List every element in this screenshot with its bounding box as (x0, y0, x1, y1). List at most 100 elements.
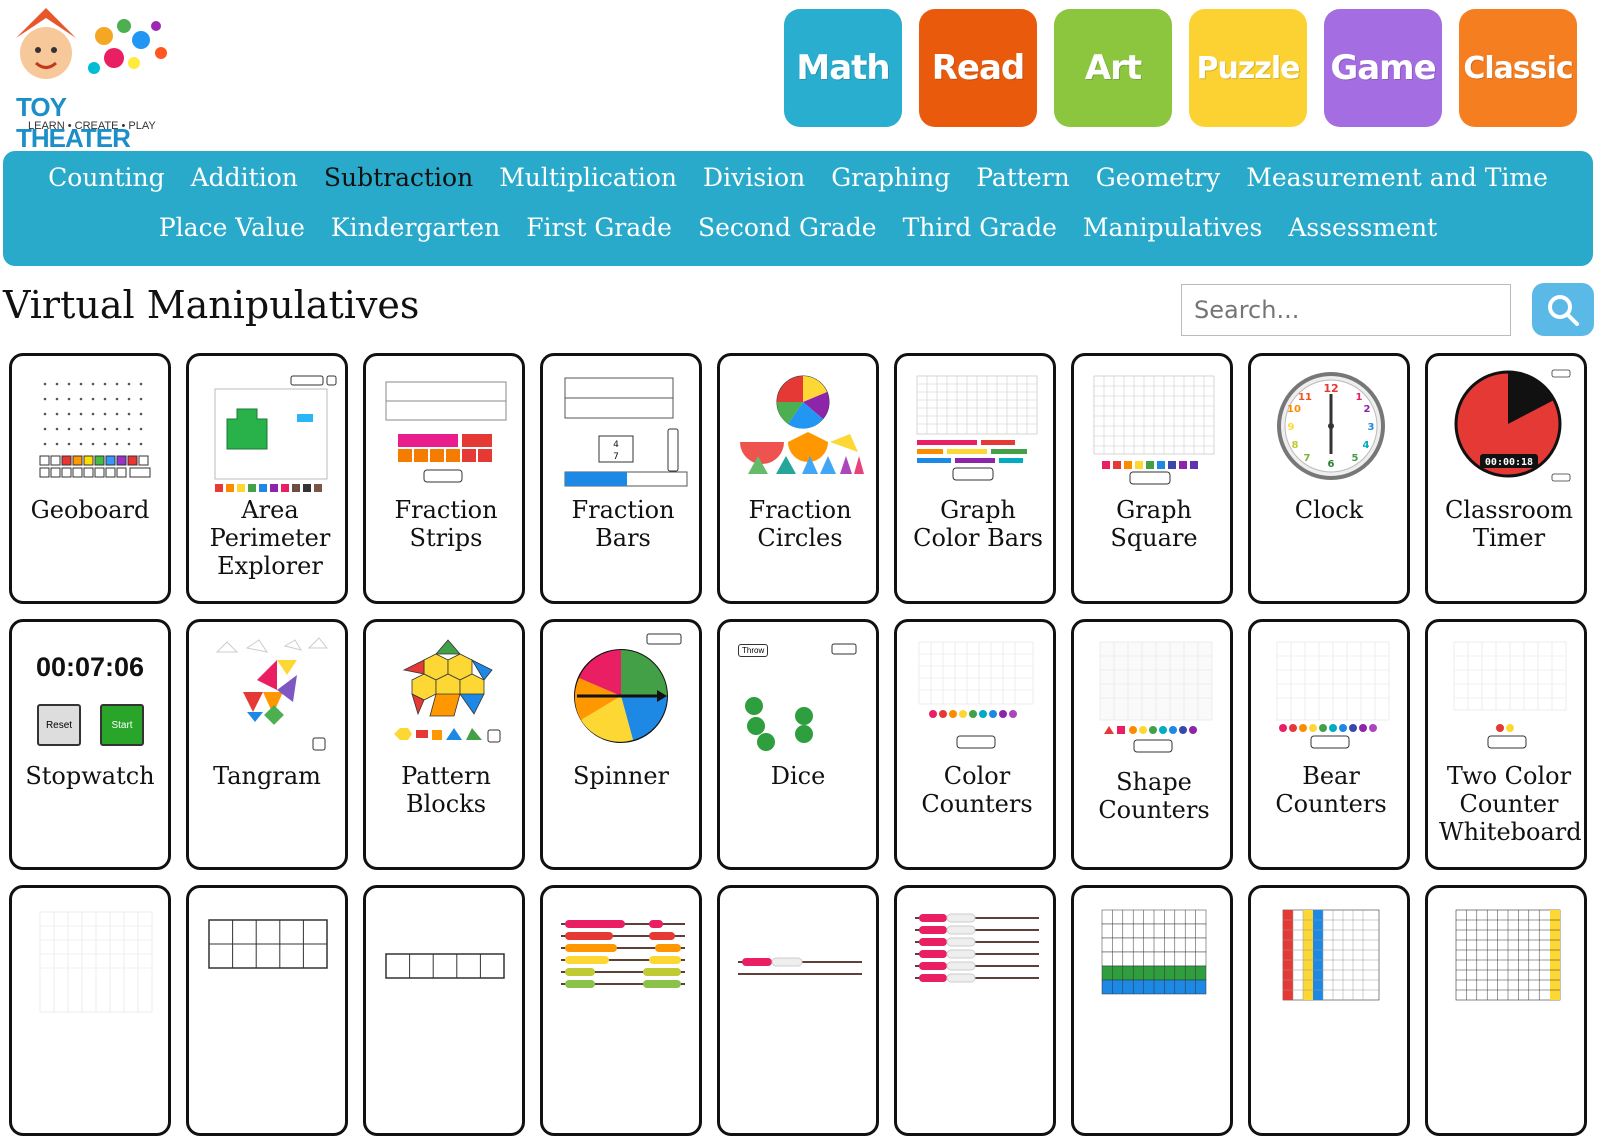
card-title: Spinner (572, 762, 670, 790)
nav-link-manipulatives[interactable]: Manipulatives (1083, 213, 1262, 242)
card-hundreds-chart-color[interactable] (1248, 885, 1410, 1136)
card-title: Dice (770, 762, 826, 790)
svg-text:8: 8 (1292, 440, 1299, 451)
category-game-button[interactable]: Game (1324, 9, 1442, 127)
nav-link-assessment[interactable]: Assessment (1288, 213, 1437, 242)
pattern-blocks-thumbnail (394, 639, 501, 743)
card-fraction-strips[interactable]: Fraction Strips (363, 353, 525, 604)
card-abacus[interactable] (540, 885, 702, 1136)
category-math-button[interactable]: Math (784, 9, 902, 127)
card-rekenrek[interactable] (717, 885, 879, 1136)
abacus-thumbnail (561, 920, 685, 988)
card-title: Color Counters (921, 762, 1033, 818)
card-title: Clock (1294, 496, 1364, 524)
topic-nav-row-1: Counting Addition Subtraction Multiplica… (3, 163, 1593, 192)
category-art-button[interactable]: Art (1054, 9, 1172, 127)
card-shape-counters[interactable]: Shape Counters (1071, 619, 1233, 870)
rekenrek-thumbnail (738, 957, 862, 975)
card-geoboard[interactable]: Geoboard (9, 353, 171, 604)
topic-nav-row-2: Place Value Kindergarten First Grade Sec… (3, 213, 1593, 242)
card-graph-color-bars[interactable]: Graph Color Bars (894, 353, 1056, 604)
nav-link-division[interactable]: Division (703, 163, 805, 192)
card-spinner[interactable]: Spinner (540, 619, 702, 870)
jester-logo-icon (16, 8, 167, 79)
card-rekenrek-100[interactable] (894, 885, 1056, 1136)
color-counters-thumbnail (918, 641, 1034, 749)
card-title: Bear Counters (1275, 762, 1387, 818)
category-puzzle-button[interactable]: Puzzle (1189, 9, 1307, 127)
category-classic-button[interactable]: Classic (1459, 9, 1577, 127)
card-classroom-timer[interactable]: 00:00:18 Classroom Timer (1425, 353, 1587, 604)
card-tangram[interactable]: Tangram (186, 619, 348, 870)
card-title: Stopwatch (25, 762, 155, 790)
two-color-counter-thumbnail (1453, 641, 1567, 749)
ten-frame-thumbnail (208, 919, 328, 969)
manipulatives-grid: Geoboard Area Perimeter Explorer Fractio… (9, 353, 1587, 1136)
svg-text:7: 7 (613, 452, 619, 462)
nav-link-first-grade[interactable]: First Grade (526, 213, 672, 242)
stopwatch-start-button[interactable]: Start (100, 704, 144, 746)
nav-link-geometry[interactable]: Geometry (1096, 163, 1220, 192)
fraction-strips-thumbnail (385, 381, 507, 483)
search-input[interactable] (1181, 284, 1511, 336)
card-hundreds-chart-yellow[interactable] (1425, 885, 1587, 1136)
nav-link-graphing[interactable]: Graphing (831, 163, 950, 192)
category-read-button[interactable]: Read (919, 9, 1037, 127)
card-graph-square[interactable]: Graph Square (1071, 353, 1233, 604)
nav-link-addition[interactable]: Addition (191, 163, 298, 192)
card-fraction-circles[interactable]: Fraction Circles (717, 353, 879, 604)
timer-display: 00:00:18 (1484, 457, 1534, 468)
card-color-counters[interactable]: Color Counters (894, 619, 1056, 870)
card-clock[interactable]: 12 1 2 3 4 5 6 7 8 9 10 11 Clock (1248, 353, 1410, 604)
card-ten-frame[interactable] (186, 885, 348, 1136)
card-hundreds-chart[interactable] (1071, 885, 1233, 1136)
svg-text:7: 7 (1304, 453, 1311, 464)
geoboard-thumbnail (39, 382, 151, 478)
card-stopwatch[interactable]: 00:07:06 Reset Start Stopwatch (9, 619, 171, 870)
stopwatch-reset-button[interactable]: Reset (37, 704, 81, 746)
svg-text:6: 6 (1328, 459, 1335, 470)
card-title: Fraction Bars (571, 496, 675, 552)
rekenrek-100-thumbnail (915, 913, 1039, 983)
card-bear-counters[interactable]: Bear Counters (1248, 619, 1410, 870)
nav-link-subtraction[interactable]: Subtraction (324, 163, 473, 192)
nav-link-third-grade[interactable]: Third Grade (903, 213, 1057, 242)
svg-text:3: 3 (1368, 422, 1375, 433)
card-two-color-counter-whiteboard[interactable]: Two Color Counter Whiteboard (1425, 619, 1587, 870)
five-frame-thumbnail (385, 953, 505, 979)
graph-square-thumbnail (1093, 375, 1215, 485)
svg-text:1: 1 (1356, 392, 1363, 403)
tangram-thumbnail (215, 637, 329, 751)
search-button[interactable] (1532, 283, 1594, 336)
card-fraction-bars[interactable]: 4 7 Fraction Bars (540, 353, 702, 604)
nav-link-pattern[interactable]: Pattern (976, 163, 1070, 192)
card-title: Shape Counters (1098, 768, 1210, 824)
svg-text:4: 4 (1363, 440, 1370, 451)
nav-link-measurement-and-time[interactable]: Measurement and Time (1246, 163, 1548, 192)
nav-link-multiplication[interactable]: Multiplication (499, 163, 677, 192)
card-pattern-blocks[interactable]: Pattern Blocks (363, 619, 525, 870)
card-title: Classroom Timer (1444, 496, 1574, 552)
card-five-frame[interactable] (363, 885, 525, 1136)
card-title: Graph Square (1110, 496, 1198, 552)
card-title: Graph Color Bars (913, 496, 1043, 552)
hundreds-chart-thumbnail (1101, 909, 1207, 995)
nav-link-second-grade[interactable]: Second Grade (698, 213, 877, 242)
logo-tagline: LEARN • CREATE • PLAY (28, 120, 156, 132)
card-grid-whiteboard[interactable] (9, 885, 171, 1136)
card-area-perimeter-explorer[interactable]: Area Perimeter Explorer (186, 353, 348, 604)
svg-text:5: 5 (1352, 453, 1359, 464)
card-title: Pattern Blocks (401, 762, 491, 818)
fraction-bars-thumbnail: 4 7 (564, 377, 688, 487)
toy-theater-logo[interactable]: TOY THEATER LEARN • CREATE • PLAY (6, 8, 176, 153)
card-dice[interactable]: Throw Dice (717, 619, 879, 870)
dice-icon (745, 643, 857, 751)
card-title: Two Color Counter Whiteboard (1439, 762, 1582, 846)
timer-icon (1454, 369, 1571, 482)
nav-link-kindergarten[interactable]: Kindergarten (331, 213, 500, 242)
card-title: Area Perimeter Explorer (209, 496, 331, 580)
nav-link-place-value[interactable]: Place Value (159, 213, 305, 242)
nav-link-counting[interactable]: Counting (48, 163, 165, 192)
clock-icon: 12 1 2 3 4 5 6 7 8 9 10 11 (1277, 372, 1385, 480)
svg-text:12: 12 (1323, 382, 1338, 395)
